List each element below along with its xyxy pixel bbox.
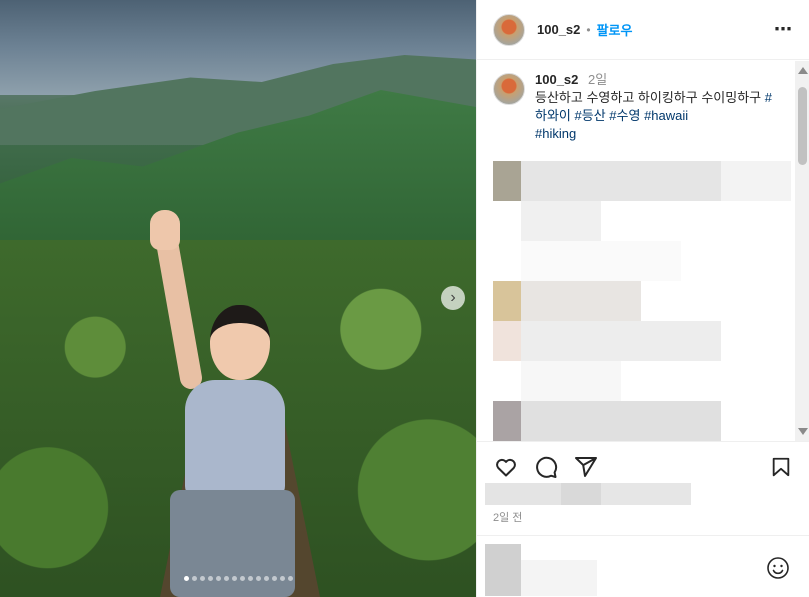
comment-icon[interactable] xyxy=(533,454,559,480)
photo-person xyxy=(150,210,320,597)
add-comment-area[interactable] xyxy=(477,535,809,597)
post-photo[interactable]: › xyxy=(0,0,476,597)
caption-avatar[interactable] xyxy=(493,73,525,105)
person-head xyxy=(210,305,270,380)
blur-block xyxy=(601,483,691,505)
person-arm xyxy=(154,229,204,391)
blur-block xyxy=(485,544,521,596)
blur-block xyxy=(561,483,601,505)
likes-summary xyxy=(485,483,695,505)
caption-time: 2일 xyxy=(588,72,608,87)
emoji-icon[interactable] xyxy=(766,556,790,580)
blur-block xyxy=(493,401,521,441)
blurred-comments xyxy=(493,161,793,441)
blur-block xyxy=(493,321,521,361)
bookmark-icon[interactable] xyxy=(768,454,794,480)
person-hand xyxy=(150,210,180,250)
hashtag[interactable]: #hawaii xyxy=(644,108,688,123)
blur-block xyxy=(521,321,721,361)
carousel-dot xyxy=(231,576,237,581)
blur-block xyxy=(521,361,621,401)
carousel-dot xyxy=(183,576,189,581)
scroll-thumb[interactable] xyxy=(798,87,807,165)
blur-block xyxy=(521,201,601,241)
carousel-dot xyxy=(287,576,293,581)
blur-block xyxy=(721,161,791,201)
share-icon[interactable] xyxy=(573,454,599,480)
person-torso xyxy=(185,380,285,500)
caption-username[interactable]: 100_s2 xyxy=(535,72,578,87)
carousel-dot xyxy=(199,576,205,581)
caption-body: 100_s2 2일 등산하고 수영하고 하이킹하구 수이밍하구 #하와이 #등산… xyxy=(535,71,779,143)
post-time: 2일 전 xyxy=(493,512,523,524)
blur-block xyxy=(493,281,521,321)
blur-block xyxy=(485,483,561,505)
carousel-next-button[interactable]: › xyxy=(441,286,465,310)
hashtag[interactable]: #수영 xyxy=(609,108,640,123)
carousel-dot xyxy=(255,576,261,581)
follow-button[interactable]: 팔로우 xyxy=(597,20,633,39)
carousel-dot xyxy=(239,576,245,581)
chevron-right-icon: › xyxy=(450,289,456,306)
hashtag[interactable]: #hiking xyxy=(535,126,576,141)
more-icon[interactable]: ⋯ xyxy=(774,19,793,40)
blur-block xyxy=(521,560,597,596)
post-header: 100_s2 • 팔로우 ⋯ xyxy=(477,0,809,60)
heart-icon[interactable] xyxy=(493,454,519,480)
caption: 100_s2 2일 등산하고 수영하고 하이킹하구 수이밍하구 #하와이 #등산… xyxy=(493,71,779,143)
carousel-dot xyxy=(191,576,197,581)
blur-block xyxy=(521,161,721,201)
comments-scrollbar[interactable] xyxy=(795,61,809,441)
carousel-dot xyxy=(247,576,253,581)
comments-list[interactable]: 100_s2 2일 등산하고 수영하고 하이킹하구 수이밍하구 #하와이 #등산… xyxy=(477,61,795,441)
blur-block xyxy=(521,281,641,321)
header-username[interactable]: 100_s2 xyxy=(537,22,580,37)
hashtag[interactable]: #등산 xyxy=(575,108,606,123)
carousel-dot xyxy=(223,576,229,581)
post-side-panel: 100_s2 • 팔로우 ⋯ 100_s2 2일 등산하고 수영하고 하이킹하구… xyxy=(476,0,809,597)
carousel-dot xyxy=(207,576,213,581)
carousel-dot xyxy=(271,576,277,581)
carousel-dot xyxy=(215,576,221,581)
header-separator: • xyxy=(586,22,591,37)
carousel-dots xyxy=(0,576,476,581)
scroll-up-arrow[interactable] xyxy=(798,67,808,74)
blur-block xyxy=(521,241,681,281)
avatar[interactable] xyxy=(493,13,525,46)
scroll-down-arrow[interactable] xyxy=(798,428,808,435)
blur-block xyxy=(493,161,521,201)
blur-block xyxy=(521,401,721,441)
carousel-dot xyxy=(279,576,285,581)
caption-text: 등산하고 수영하고 하이킹하구 수이밍하구 xyxy=(535,90,762,105)
carousel-dot xyxy=(263,576,269,581)
